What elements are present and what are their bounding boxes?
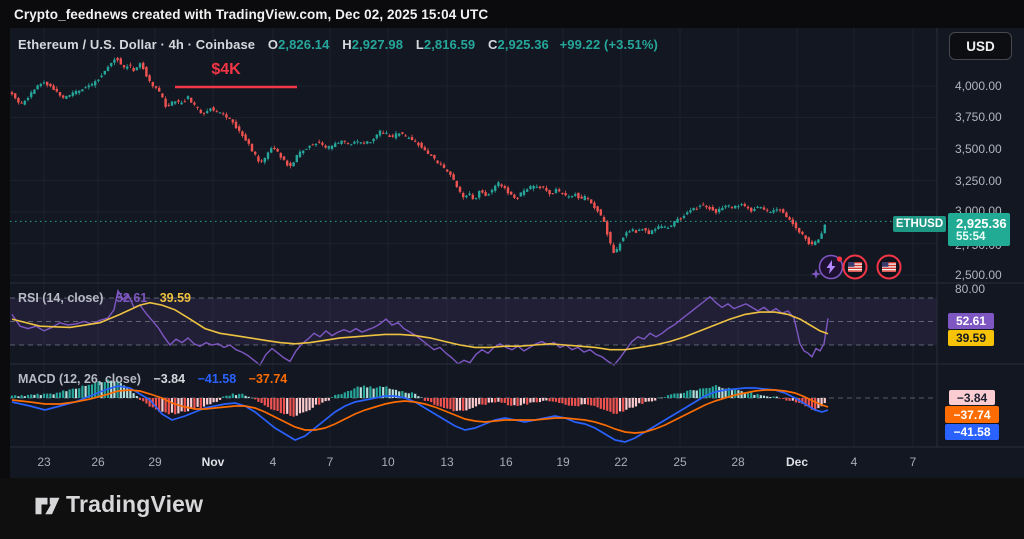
open-value: 2,826.14	[278, 37, 330, 52]
lightning-event-icon[interactable]	[818, 254, 844, 280]
symbol-axis-badge[interactable]: ETHUSD	[893, 216, 946, 232]
time-tick-label: 13	[440, 455, 454, 469]
macd-legend: MACD (12, 26, close) −3.84 −41.58 −37.74	[18, 372, 287, 386]
price-tick-label: 80.00	[955, 282, 986, 296]
tradingview-logo-icon[interactable]	[34, 493, 61, 519]
time-tick-label: Dec	[785, 455, 809, 469]
time-tick-label: 7	[326, 455, 334, 469]
rsi-axis-badge: 52.61	[948, 313, 994, 329]
time-tick-label: 19	[556, 455, 570, 469]
symbol-legend: Ethereum / U.S. Dollar · 4h · Coinbase O…	[18, 37, 658, 52]
rsi-value: 52.61	[115, 291, 148, 305]
rsi-title[interactable]: RSI (14, close)	[18, 291, 103, 305]
macd-line-value: −41.58	[197, 372, 237, 386]
price-tick-label: 3,500.00	[955, 142, 1002, 156]
high-value: 2,927.98	[351, 37, 404, 52]
price-annotation-4k[interactable]: $4K	[196, 61, 256, 79]
change-value: +99.22 (+3.51%)	[559, 37, 658, 52]
high-label: H	[342, 37, 352, 52]
macd-signal-value: −37.74	[248, 372, 288, 386]
time-tick-label: 7	[909, 455, 917, 469]
macd-hist-value: −3.84	[153, 372, 186, 386]
currency-toggle-button[interactable]: USD	[949, 32, 1012, 60]
macd-hist-axis-badge: −3.84	[949, 390, 995, 405]
price-tick-label: 2,500.00	[955, 268, 1002, 282]
symbol-title[interactable]: Ethereum / U.S. Dollar · 4h · Coinbase	[18, 37, 255, 52]
time-axis[interactable]: 23 26 29 Nov 4 7 10 13 16 19 22 25 28 Dec 4 7	[10, 447, 1024, 478]
macd-signal-axis-badge: −37.74	[945, 406, 999, 423]
low-value: 2,816.59	[423, 37, 476, 52]
rsi-ma-value: 39.59	[159, 291, 191, 305]
macd-line-axis-badge: −41.58	[945, 424, 999, 440]
current-price-value: 2,925.36	[956, 215, 1007, 231]
macd-title[interactable]: MACD (12, 26, close)	[18, 372, 141, 386]
us-flag-event-icon[interactable]	[876, 254, 902, 280]
time-tick-label: 4	[850, 455, 858, 469]
time-tick-label: 29	[148, 455, 162, 469]
price-tick-label: 3,250.00	[955, 174, 1002, 188]
price-tick-label: 3,750.00	[955, 110, 1002, 124]
us-flag-event-icon[interactable]	[842, 254, 868, 280]
footer: TradingView	[0, 478, 1024, 539]
time-tick-label: 4	[269, 455, 277, 469]
time-tick-label: 16	[499, 455, 513, 469]
time-tick-label: 28	[731, 455, 745, 469]
close-value: 2,925.36	[497, 37, 549, 52]
chart-canvas[interactable]	[0, 0, 1024, 478]
bar-countdown: 55:54	[956, 230, 986, 243]
brand-name[interactable]: TradingView	[66, 491, 203, 518]
rsi-legend: RSI (14, close) 52.61 39.59	[18, 291, 191, 305]
time-tick-label: 25	[673, 455, 687, 469]
low-label: L	[415, 37, 424, 52]
price-tick-label: 4,000.00	[955, 79, 1002, 93]
time-tick-label: Nov	[201, 455, 225, 469]
time-tick-label: 22	[614, 455, 628, 469]
current-price-badge[interactable]: 2,925.36 55:54	[948, 213, 1010, 246]
rsi-ma-axis-badge: 39.59	[948, 330, 994, 346]
time-tick-label: 23	[37, 455, 51, 469]
time-tick-label: 26	[91, 455, 105, 469]
open-label: O	[267, 37, 279, 52]
time-tick-label: 10	[381, 455, 395, 469]
